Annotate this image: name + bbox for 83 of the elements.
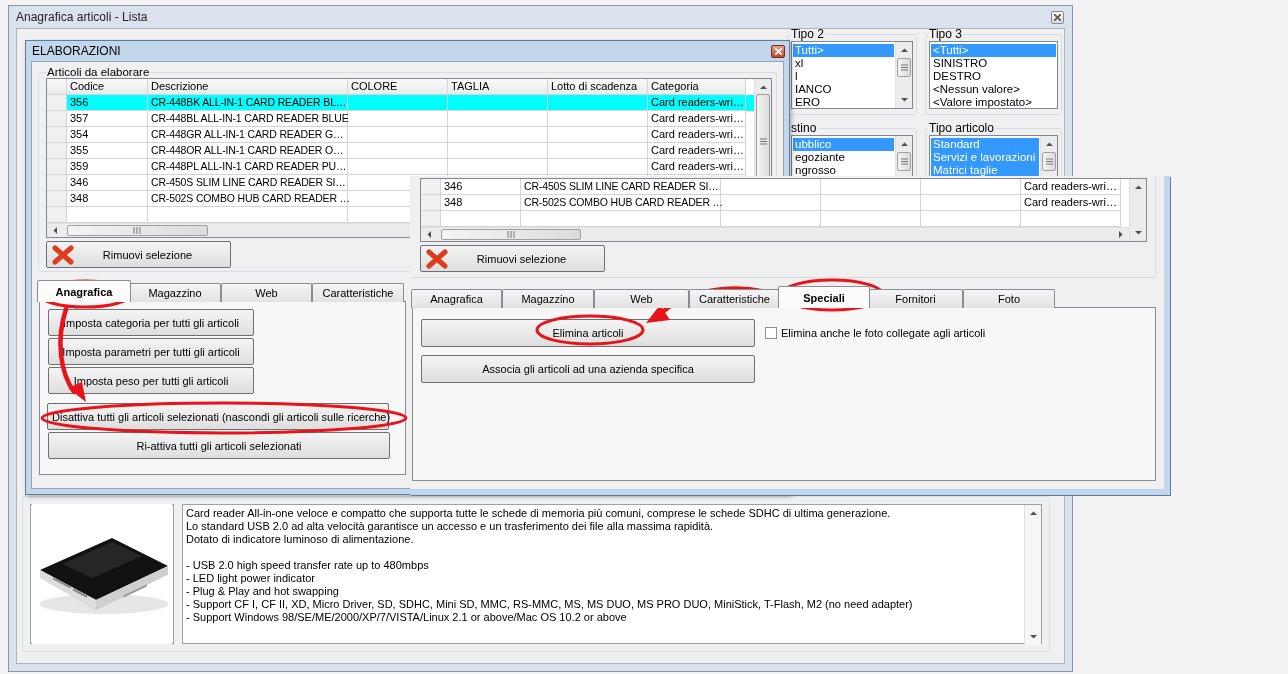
table-row[interactable]: 356 CR-448BK ALL-IN-1 CARD READER BL… Card readers-wri… — [47, 95, 754, 111]
list-item[interactable]: SINISTRO — [931, 57, 1056, 70]
tab[interactable]: Fornitori — [868, 289, 963, 308]
table-cell: Card readers-wri… — [648, 159, 746, 175]
tab[interactable]: Magazzino — [129, 283, 221, 302]
list-box[interactable]: Tutti> xl l IANCO ERO — [791, 41, 913, 109]
table-cell: 356 — [67, 95, 148, 111]
group-label: Tipo 2 — [790, 27, 825, 41]
description-line: - Support CF I, CF II, XD, Micro Driver, SD, SDHC, Mini SD, MMC, RS-MMC, MS, MS DUO, MS PRO DUO, MiniStick, T-Flash, M2 (no need adapter) — [186, 598, 914, 611]
table-cell: CR-502S COMBO HUB CARD READER … — [521, 195, 721, 211]
tab[interactable]: Web — [594, 289, 689, 308]
table-cell: 346 — [67, 175, 148, 191]
description-line: Card reader All-in-one veloce e compatto che supporta tutte le schede di memoria più comuni, comprese le schede SDHC di ultima generazione. — [186, 507, 892, 520]
action-button[interactable]: Ri-attiva tutti gli articoli selezionati — [48, 432, 390, 459]
list-item[interactable]: <Valore impostato> — [931, 96, 1056, 108]
table-cell: CR-448PL ALL-IN-1 CARD READER PU… — [148, 159, 348, 175]
table-cell: 346 — [441, 179, 521, 195]
table-cell: 357 — [67, 111, 148, 127]
dialog-title: ELABORAZIONI — [32, 44, 121, 58]
table-cell: 355 — [67, 143, 148, 159]
table-cell: CR-450S SLIM LINE CARD READER SI… — [148, 175, 348, 191]
action-button[interactable]: Associa gli articoli ad una azienda specifica — [421, 355, 755, 383]
table-cell: CR-450S SLIM LINE CARD READER SI… — [521, 179, 721, 195]
list-item[interactable]: egoziante — [793, 151, 894, 164]
group-label: Tipo articolo — [928, 121, 995, 135]
tab[interactable]: Foto — [963, 289, 1055, 308]
table-cell: Card readers-wri… — [648, 143, 746, 159]
list-item[interactable]: IANCO — [793, 83, 894, 96]
table-row[interactable]: 355 CR-448OR ALL-IN-1 CARD READER O… Card readers-wri… — [47, 143, 754, 159]
tab[interactable]: Speciali — [778, 286, 870, 308]
group-label: stino — [790, 121, 818, 135]
table-cell: Card readers-wri… — [1021, 195, 1121, 211]
description-line: Dotato di indicatore luminoso di alimentazione. — [186, 533, 415, 546]
list-item[interactable]: ERO — [793, 96, 894, 108]
table-cell: Card readers-wri… — [648, 95, 746, 111]
remove-selection-button[interactable]: Rimuovi selezione — [420, 245, 605, 272]
action-button[interactable]: Elimina articoli — [421, 319, 755, 347]
table-row[interactable]: 348 CR-502S COMBO HUB CARD READER … Card readers-wri… — [421, 195, 1129, 211]
table-cell: CR-448BL ALL-IN-1 CARD READER BLUE — [148, 111, 348, 127]
list-item[interactable]: xl — [793, 57, 894, 70]
column-header[interactable]: Categoria — [648, 79, 746, 95]
action-button[interactable]: Imposta parametri per tutti gli articoli — [48, 338, 254, 365]
checkbox-label: Elimina anche le foto collegate agli articoli — [781, 327, 986, 339]
table-cell: CR-448BK ALL-IN-1 CARD READER BL… — [148, 95, 348, 111]
window-title: Anagrafica articoli - Lista — [16, 10, 148, 24]
table-cell: CR-502S COMBO HUB CARD READER … — [148, 191, 348, 207]
table-cell: CR-448GR ALL-IN-1 CARD READER G… — [148, 127, 348, 143]
tab[interactable]: Anagrafica — [411, 289, 502, 308]
description-line: - Plug & Play and hot swapping — [186, 585, 340, 598]
description-line: - USB 2.0 high speed transfer rate up to 480mbps — [186, 559, 430, 572]
table-cell: 354 — [67, 127, 148, 143]
tab[interactable]: Web — [221, 283, 312, 302]
table-cell: Card readers-wri… — [648, 111, 746, 127]
column-header[interactable]: Descrizione — [148, 79, 348, 95]
list-item[interactable]: <Nessun valore> — [931, 83, 1056, 96]
tab[interactable]: Caratteristiche — [689, 289, 780, 308]
description-line: - LED light power indicator — [186, 572, 316, 585]
table-cell: Card readers-wri… — [1021, 179, 1121, 195]
column-header[interactable]: Codice — [67, 79, 148, 95]
tab[interactable]: Caratteristiche — [312, 283, 404, 302]
table-row[interactable]: 357 CR-448BL ALL-IN-1 CARD READER BLUE Card readers-wri… — [47, 111, 754, 127]
column-header[interactable]: TAGLIA — [448, 79, 548, 95]
list-item[interactable]: l — [793, 70, 894, 83]
list-box[interactable]: <Tutti> SINISTRO DESTRO <Nessun valore> <Valore impostato> — [929, 41, 1058, 109]
table-cell: 348 — [67, 191, 148, 207]
table-cell: Card readers-wri… — [648, 127, 746, 143]
remove-selection-button[interactable]: Rimuovi selezione — [46, 241, 231, 268]
table-cell: CR-448OR ALL-IN-1 CARD READER O… — [148, 143, 348, 159]
column-header[interactable]: COLORE — [348, 79, 448, 95]
action-button[interactable]: Imposta peso per tutti gli articoli — [48, 367, 254, 394]
table-cell: 348 — [441, 195, 521, 211]
tab[interactable]: Magazzino — [502, 289, 594, 308]
group-label: Articoli da elaborare — [46, 66, 151, 78]
column-header[interactable]: Lotto di scadenza — [548, 79, 648, 95]
table-cell: 359 — [67, 159, 148, 175]
table-row[interactable]: 359 CR-448PL ALL-IN-1 CARD READER PU… Card readers-wri… — [47, 159, 754, 175]
list-item[interactable]: DESTRO — [931, 70, 1056, 83]
description-line: - Support Windows 98/SE/ME/2000/XP/7/VISTA/Linux 2.1 or above/Mac OS 10.2 or above — [186, 611, 628, 624]
description-line: Lo standard USB 2.0 ad alta velocità garantisce un accesso e un trasferimento dei file alla massima rapidità. — [186, 520, 715, 533]
list-item[interactable]: ngrosso — [793, 164, 894, 177]
table-row[interactable]: 354 CR-448GR ALL-IN-1 CARD READER G… Card readers-wri… — [47, 127, 754, 143]
action-button[interactable]: Imposta categoria per tutti gli articoli — [48, 309, 254, 336]
group-label: Tipo 3 — [928, 27, 963, 41]
